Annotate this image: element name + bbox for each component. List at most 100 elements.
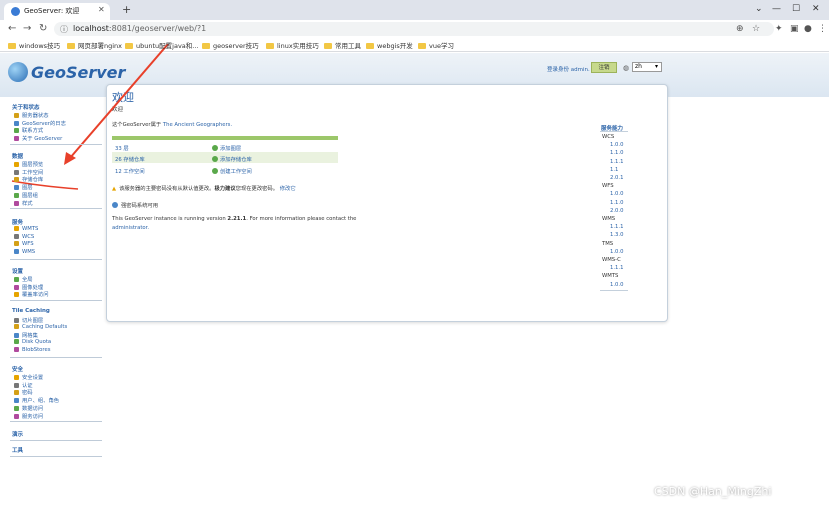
bookmark-item[interactable]: webgis开发 — [366, 40, 413, 50]
new-tab-button[interactable]: + — [122, 3, 131, 16]
version-suffix: . For more information please contact th… — [246, 216, 357, 222]
bookmark-item[interactable]: vue学习 — [418, 40, 454, 50]
sidebar-item[interactable]: WFS — [14, 241, 34, 247]
profile-icon[interactable]: ● — [804, 24, 812, 34]
sidebar-item-label: 关于 GeoServer — [22, 136, 63, 143]
sidebar-item-icon — [14, 292, 19, 298]
sidebar-item[interactable]: Caching Defaults — [14, 323, 68, 330]
sidebar-item[interactable]: WMTS — [14, 226, 38, 232]
bookmark-item[interactable]: geoserver技巧 — [202, 40, 259, 50]
sidebar-item-icon — [14, 318, 19, 323]
capability-version-link[interactable]: 1.0.0 — [610, 249, 623, 255]
sidebar-divider — [10, 421, 102, 423]
bookmark-item[interactable]: linux实用技巧 — [266, 40, 319, 50]
close-window-button[interactable]: ✕ — [812, 4, 820, 14]
folder-icon — [266, 43, 274, 49]
bookmark-item[interactable]: windows技巧 — [8, 40, 60, 50]
sidebar-section-title: 安全 — [12, 367, 24, 373]
sidebar-item-icon — [14, 233, 19, 239]
menu-icon[interactable]: ⋮ — [818, 24, 827, 34]
forward-button[interactable]: → — [23, 23, 31, 34]
bookmark-star-icon[interactable]: ☆ — [752, 24, 760, 34]
stat-action-link[interactable]: 添加图层 — [212, 144, 241, 152]
sidebar-item-icon — [14, 323, 19, 329]
sidebar-item-icon — [14, 162, 19, 167]
bookmark-label: geoserver技巧 — [213, 42, 259, 50]
minimize-button[interactable]: — — [772, 4, 781, 14]
address-bar[interactable]: ⓘ localhost:8081/geoserver/web/?1 — [54, 22, 774, 36]
language-select[interactable]: zh ▾ — [632, 62, 662, 72]
capability-version-link[interactable]: 1.1.0 — [610, 150, 623, 156]
sidebar-item-icon — [14, 249, 19, 255]
sidebar-section-title: 工具 — [12, 448, 24, 454]
capability-version-link[interactable]: 1.1.1 — [610, 159, 623, 165]
sidebar-item-icon — [14, 333, 19, 339]
sidebar-item-label: 样式 — [22, 200, 33, 207]
bookmark-item[interactable]: 常用工具 — [324, 40, 361, 50]
capabilities-divider — [600, 131, 628, 132]
capability-version-link[interactable]: 1.0.0 — [610, 282, 623, 288]
back-button[interactable]: ← — [8, 23, 16, 34]
sidebar-item[interactable]: Disk Quota — [14, 339, 51, 345]
capability-version-link[interactable]: 1.0.0 — [610, 191, 623, 197]
version-prefix: This GeoServer instance is running versi… — [112, 216, 228, 222]
sidebar-item-label: Caching Defaults — [22, 323, 68, 330]
capability-version-link[interactable]: 1.1.1 — [610, 224, 623, 230]
sidebar-item[interactable]: BlobStores — [14, 346, 50, 353]
bookmark-item[interactable]: ubuntu配置java和... — [125, 40, 198, 50]
sidepanel-icon[interactable]: ▣ — [790, 24, 799, 34]
sidebar-section-title: 设置 — [12, 269, 24, 275]
sidebar-item-icon — [14, 284, 19, 290]
change-password-link[interactable]: 修改它 — [280, 186, 296, 192]
sidebar-item-label: 服务访问 — [22, 413, 44, 420]
browser-tab[interactable]: GeoServer: 欢迎 ✕ — [4, 3, 110, 20]
tab-close-icon[interactable]: ✕ — [98, 5, 105, 14]
site-info-icon[interactable]: ⓘ — [60, 24, 68, 35]
sidebar-item-icon — [14, 382, 19, 388]
warning-text: 该服务器的主要密码没有从默认值更改。 — [119, 186, 215, 192]
bookmark-label: webgis开发 — [377, 42, 413, 50]
stats-row: 12 工作空间 创建工作空间 — [112, 164, 338, 175]
sidebar-item-icon — [14, 113, 19, 118]
stat-action-link[interactable]: 创建工作空间 — [212, 167, 252, 175]
capability-version-link[interactable]: 1.1.1 — [610, 265, 623, 271]
logout-button[interactable]: 注销 — [591, 62, 617, 73]
zoom-icon[interactable]: ⊕ — [736, 24, 744, 34]
capability-version-link[interactable]: 2.0.0 — [610, 208, 623, 214]
bookmark-label: 常用工具 — [335, 42, 361, 50]
sidebar-item[interactable]: 服务访问 — [14, 412, 43, 420]
capability-service: WMS-C — [602, 257, 621, 263]
extensions-icon[interactable]: ✦ — [775, 24, 783, 34]
bookmark-label: ubuntu配置java和... — [136, 42, 199, 50]
stat-count-link[interactable]: 33 层 — [115, 144, 129, 152]
login-status: 登录身份 admin. — [547, 67, 590, 73]
sidebar-item[interactable]: WCS — [14, 233, 34, 240]
capability-version-link[interactable]: 1.3.0 — [610, 232, 623, 238]
sidebar-divider — [10, 300, 102, 302]
sidebar-item[interactable]: 关于 GeoServer — [14, 134, 62, 142]
organization-link[interactable]: The Ancient Geographers. — [163, 122, 232, 128]
capability-version-link[interactable]: 1.1 — [610, 167, 618, 173]
capability-version-link[interactable]: 1.0.0 — [610, 142, 623, 148]
capability-service: TMS — [602, 240, 614, 247]
stat-action-link[interactable]: 添加存储仓库 — [212, 155, 252, 163]
bookmark-item[interactable]: 网页部署nginx — [67, 40, 122, 50]
maximize-button[interactable]: ☐ — [792, 4, 800, 14]
reload-button[interactable]: ↻ — [39, 23, 47, 34]
capability-version-link[interactable]: 1.1.0 — [610, 200, 623, 206]
sidebar-item-icon — [14, 413, 19, 419]
stat-count-link[interactable]: 12 工作空间 — [115, 167, 145, 175]
geoserver-logo-icon[interactable] — [8, 62, 28, 82]
capability-version-link[interactable]: 2.0.1 — [610, 175, 623, 181]
tab-search-icon[interactable]: ⌄ — [755, 4, 763, 14]
sidebar-item[interactable]: 样式 — [14, 199, 33, 207]
sidebar-item[interactable]: WMS — [14, 249, 35, 255]
geoserver-logo[interactable]: GeoServer — [31, 63, 125, 82]
administrator-link[interactable]: administrator. — [112, 225, 149, 231]
capability-service: WMTS — [602, 273, 619, 280]
sidebar-item[interactable]: 覆盖率访问 — [14, 290, 49, 298]
stat-count-link[interactable]: 26 存储仓库 — [115, 155, 145, 163]
sidebar-item-icon — [14, 200, 19, 206]
url-path: :8081/geoserver/web/?1 — [108, 24, 207, 33]
warning-suffix: 您现在更改密码。 — [235, 186, 279, 192]
